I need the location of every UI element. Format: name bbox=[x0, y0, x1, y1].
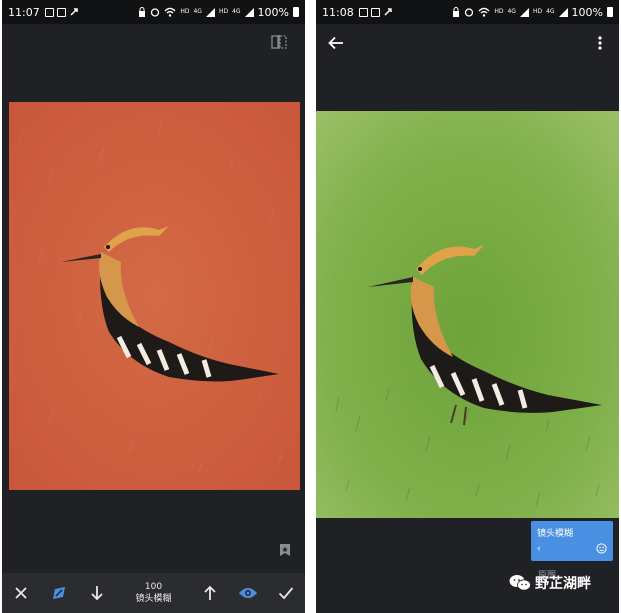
wechat-icon bbox=[509, 575, 531, 591]
strength-readout: 100 镜头模糊 bbox=[121, 581, 185, 605]
hd-badge-2: HD bbox=[532, 8, 543, 15]
more-vert-icon[interactable] bbox=[592, 33, 608, 53]
hd-badge: HD bbox=[494, 8, 504, 15]
brush-icon[interactable] bbox=[45, 579, 73, 607]
link-notification-icon bbox=[384, 8, 392, 16]
battery-percent: 100% bbox=[257, 5, 289, 19]
bookmark-star-icon[interactable] bbox=[277, 542, 293, 558]
filter-card[interactable]: 镜头模糊 ‹ bbox=[531, 521, 613, 561]
status-time: 11:07 bbox=[8, 5, 40, 19]
status-time: 11:08 bbox=[322, 5, 354, 19]
lock-icon bbox=[453, 7, 460, 17]
status-right: HD 4G HD 4G 100% bbox=[452, 6, 613, 19]
image-notification-icon bbox=[44, 7, 54, 17]
filter-card-controls: ‹ bbox=[537, 543, 607, 554]
strength-label: 镜头模糊 bbox=[135, 594, 172, 604]
signal-icon bbox=[519, 7, 529, 17]
network-badge: 4G bbox=[193, 8, 202, 15]
blurred-photo[interactable] bbox=[316, 111, 619, 518]
battery-percent: 100% bbox=[571, 5, 603, 19]
network-badge-2: 4G bbox=[232, 8, 241, 15]
network-badge: 4G bbox=[507, 8, 516, 15]
signal-icon-2 bbox=[244, 7, 254, 17]
right-phone-screen: 11:08 HD 4G HD 4G 100% 镜头模糊 ‹ 原图 bbox=[316, 0, 619, 613]
filter-card-title: 镜头模糊 bbox=[537, 529, 574, 539]
notification-icons bbox=[358, 7, 393, 17]
hd-badge-2: HD bbox=[218, 8, 229, 15]
alarm-icon bbox=[465, 8, 474, 17]
wechat-watermark: 野芷湖畔 bbox=[509, 573, 591, 593]
battery-icon bbox=[607, 7, 613, 17]
wifi-icon bbox=[478, 7, 490, 17]
eye-icon[interactable] bbox=[234, 579, 262, 607]
photo-notification-icon bbox=[56, 7, 66, 17]
notification-icons bbox=[44, 7, 79, 17]
signal-icon bbox=[205, 7, 215, 17]
lock-icon bbox=[139, 7, 146, 17]
status-bar: 11:07 HD 4G HD 4G 100% bbox=[2, 0, 305, 24]
image-notification-icon bbox=[358, 7, 368, 17]
left-phone-screen: 11:07 HD 4G HD 4G 100% 100 镜头模糊 bbox=[2, 0, 305, 613]
masked-photo[interactable] bbox=[9, 102, 300, 490]
link-notification-icon bbox=[70, 8, 78, 16]
battery-icon bbox=[293, 7, 299, 17]
wifi-icon bbox=[164, 7, 176, 17]
photo-notification-icon bbox=[370, 7, 380, 17]
alarm-icon bbox=[151, 8, 160, 17]
arrow-up-icon[interactable] bbox=[196, 579, 224, 607]
chevron-left-icon[interactable]: ‹ bbox=[537, 544, 541, 554]
arrow-down-icon[interactable] bbox=[83, 579, 111, 607]
status-right: HD 4G HD 4G 100% bbox=[138, 6, 299, 19]
network-badge-2: 4G bbox=[546, 8, 555, 15]
close-icon[interactable] bbox=[7, 579, 35, 607]
signal-icon-2 bbox=[558, 7, 568, 17]
split-compare-icon[interactable] bbox=[270, 33, 288, 51]
check-icon[interactable] bbox=[272, 579, 300, 607]
status-bar: 11:08 HD 4G HD 4G 100% bbox=[316, 0, 619, 24]
strength-value: 100 bbox=[144, 582, 163, 592]
edit-toolbar: 100 镜头模糊 bbox=[2, 573, 305, 613]
arrow-back-icon[interactable] bbox=[326, 33, 346, 53]
hd-badge: HD bbox=[180, 8, 190, 15]
watermark-text: 野芷湖畔 bbox=[535, 576, 591, 592]
smile-icon[interactable] bbox=[596, 543, 607, 554]
